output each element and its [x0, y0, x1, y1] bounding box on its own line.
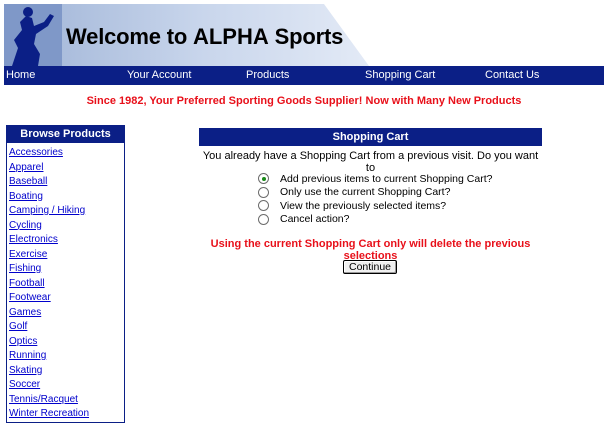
option-label: View the previously selected items?: [280, 199, 447, 212]
list-item: Footwear: [9, 290, 124, 305]
radio-view-previous[interactable]: [258, 200, 269, 212]
list-item: Fishing: [9, 261, 124, 276]
category-link-exercise[interactable]: Exercise: [9, 249, 47, 260]
nav-shopping-cart[interactable]: Shopping Cart: [365, 69, 435, 81]
category-link-baseball[interactable]: Baseball: [9, 176, 47, 187]
cart-option-add-previous: Add previous items to current Shopping C…: [258, 172, 492, 186]
list-item: Golf: [9, 319, 124, 334]
list-item: Winter Recreation: [9, 406, 124, 421]
category-link-tennis-racquet[interactable]: Tennis/Racquet: [9, 394, 78, 405]
nav-your-account[interactable]: Your Account: [127, 69, 191, 81]
option-label: Cancel action?: [280, 213, 350, 226]
list-item: Running: [9, 348, 124, 363]
site-banner: Welcome to ALPHA Sports: [4, 4, 604, 66]
banner-title: Welcome to ALPHA Sports: [66, 24, 343, 50]
category-list: Accessories Apparel Baseball Boating Cam…: [7, 143, 124, 421]
category-link-footwear[interactable]: Footwear: [9, 292, 51, 303]
category-link-winter-recreation[interactable]: Winter Recreation: [9, 408, 89, 419]
cart-option-cancel: Cancel action?: [258, 213, 492, 227]
list-item: Soccer: [9, 377, 124, 392]
brand-name: ALPHA: [192, 24, 269, 49]
cart-options-group: Add previous items to current Shopping C…: [258, 172, 492, 226]
delete-warning: Using the current Shopping Cart only wil…: [210, 238, 531, 262]
radio-use-current[interactable]: [258, 186, 269, 198]
top-nav-bar: Home Your Account Products Shopping Cart…: [4, 66, 604, 85]
list-item: Games: [9, 305, 124, 320]
cart-intro-text: You already have a Shopping Cart from a …: [202, 150, 539, 174]
list-item: Accessories: [9, 145, 124, 160]
category-link-accessories[interactable]: Accessories: [9, 147, 63, 158]
option-label: Add previous items to current Shopping C…: [280, 172, 493, 185]
category-link-boating[interactable]: Boating: [9, 191, 43, 202]
nav-products[interactable]: Products: [246, 69, 289, 81]
category-link-golf[interactable]: Golf: [9, 321, 27, 332]
list-item: Cycling: [9, 218, 124, 233]
cart-option-view-previous: View the previously selected items?: [258, 199, 492, 213]
category-link-camping-hiking[interactable]: Camping / Hiking: [9, 205, 85, 216]
category-link-electronics[interactable]: Electronics: [9, 234, 58, 245]
list-item: Boating: [9, 189, 124, 204]
discus-thrower-logo-icon: [4, 4, 62, 66]
list-item: Apparel: [9, 160, 124, 175]
list-item: Optics: [9, 334, 124, 349]
nav-home[interactable]: Home: [6, 69, 35, 81]
list-item: Camping / Hiking: [9, 203, 124, 218]
category-link-football[interactable]: Football: [9, 278, 45, 289]
browse-products-panel: Browse Products Accessories Apparel Base…: [6, 125, 125, 423]
radio-add-previous[interactable]: [258, 173, 269, 185]
list-item: Skating: [9, 363, 124, 378]
list-item: Electronics: [9, 232, 124, 247]
list-item: Baseball: [9, 174, 124, 189]
nav-contact-us[interactable]: Contact Us: [485, 69, 539, 81]
category-link-running[interactable]: Running: [9, 350, 46, 361]
category-link-skating[interactable]: Skating: [9, 365, 42, 376]
banner-title-prefix: Welcome to: [66, 24, 193, 49]
shopping-cart-header: Shopping Cart: [199, 128, 542, 146]
cart-option-use-current: Only use the current Shopping Cart?: [258, 186, 492, 200]
continue-button[interactable]: Continue: [343, 260, 397, 274]
category-link-soccer[interactable]: Soccer: [9, 379, 40, 390]
category-link-games[interactable]: Games: [9, 307, 41, 318]
list-item: Exercise: [9, 247, 124, 262]
list-item: Football: [9, 276, 124, 291]
option-label: Only use the current Shopping Cart?: [280, 186, 451, 199]
banner-title-suffix: Sports: [268, 24, 344, 49]
list-item: Tennis/Racquet: [9, 392, 124, 407]
radio-cancel[interactable]: [258, 213, 269, 225]
category-link-optics[interactable]: Optics: [9, 336, 37, 347]
browse-products-header: Browse Products: [7, 126, 124, 143]
category-link-fishing[interactable]: Fishing: [9, 263, 41, 274]
category-link-apparel[interactable]: Apparel: [9, 162, 43, 173]
tagline: Since 1982, Your Preferred Sporting Good…: [86, 95, 522, 107]
category-link-cycling[interactable]: Cycling: [9, 220, 42, 231]
